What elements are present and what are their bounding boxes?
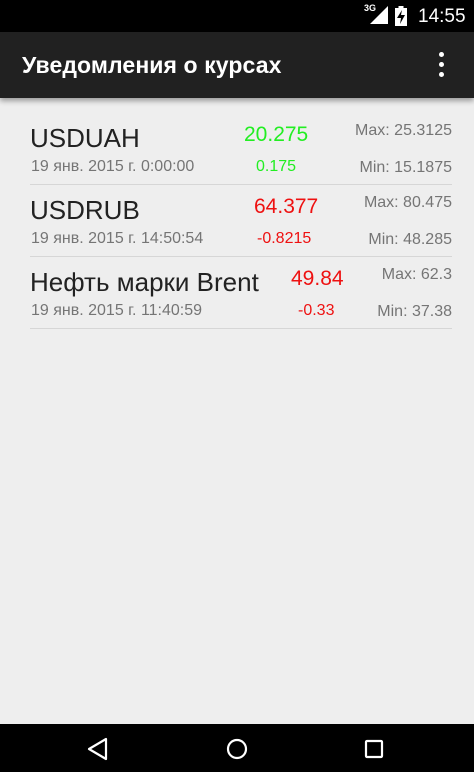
rate-date: 19 янв. 2015 г. 14:50:54 <box>31 230 204 247</box>
battery-charging-icon <box>395 6 407 26</box>
rate-name: Нефть марки Brent <box>30 267 259 297</box>
rate-date: 19 янв. 2015 г. 11:40:59 <box>31 302 203 319</box>
rate-row-brent[interactable]: Нефть марки Brent 19 янв. 2015 г. 11:40:… <box>30 257 452 329</box>
clock: 14:55 <box>418 6 466 27</box>
navigation-bar <box>0 724 474 772</box>
rate-change: -0.33 <box>298 302 335 319</box>
rate-row-usdrub[interactable]: USDRUB 19 янв. 2015 г. 14:50:54 64.377 -… <box>30 185 452 257</box>
rate-max: Max: 80.475 <box>363 194 452 211</box>
recents-icon[interactable] <box>362 736 386 762</box>
rate-min: Min: 15.1875 <box>359 159 452 176</box>
rate-date: 19 янв. 2015 г. 0:00:00 <box>31 158 195 175</box>
rate-value: 49.84 <box>291 267 344 290</box>
rate-min: Min: 48.285 <box>368 231 452 248</box>
status-bar: 3G 14:55 <box>0 0 474 32</box>
rate-value: 64.377 <box>254 195 319 218</box>
rate-max: Max: 25.3125 <box>355 122 452 139</box>
rate-value: 20.275 <box>244 123 309 146</box>
rate-name: USDRUB <box>30 195 140 225</box>
app-bar: Уведомления о курсах <box>0 32 474 98</box>
signal-icon <box>370 6 388 24</box>
rate-change: -0.8215 <box>257 230 312 247</box>
rate-min: Min: 37.38 <box>377 303 452 320</box>
rate-change: 0.175 <box>256 158 297 175</box>
rate-name: USDUAH <box>30 123 140 153</box>
rate-row-usduah[interactable]: USDUAH 19 янв. 2015 г. 0:00:00 20.275 0.… <box>30 113 452 185</box>
rate-list: USDUAH 19 янв. 2015 г. 0:00:00 20.275 0.… <box>30 113 452 329</box>
rate-max: Max: 62.3 <box>381 266 452 283</box>
overflow-menu-icon[interactable] <box>432 51 452 79</box>
home-icon[interactable] <box>225 736 249 762</box>
page-title: Уведомления о курсах <box>22 52 282 78</box>
back-icon[interactable] <box>86 736 110 762</box>
